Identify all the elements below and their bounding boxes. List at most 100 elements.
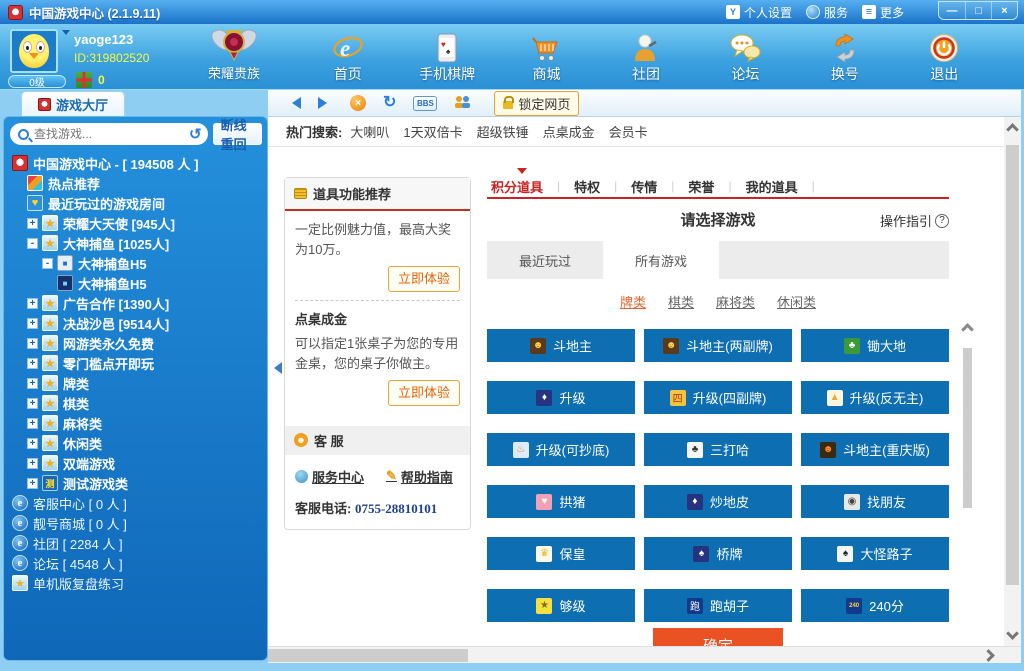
search-refresh-icon[interactable]: ↺ <box>189 127 202 142</box>
grid-scrollbar[interactable] <box>960 325 975 625</box>
toolbar-item-换号[interactable]: 换号 <box>799 29 891 84</box>
category-休闲类[interactable]: 休闲类 <box>777 292 816 312</box>
back-icon[interactable] <box>286 97 301 109</box>
tree-item-决战沙邑 [9514人][interactable]: +★决战沙邑 [9514人] <box>6 313 265 333</box>
toolbar-item-商城[interactable]: 商城 <box>501 29 593 84</box>
tab-特权[interactable]: 特权 <box>560 177 614 196</box>
close-icon[interactable]: × <box>991 2 1017 19</box>
expand-plus-icon[interactable]: + <box>27 418 38 429</box>
tree-item-热点推荐[interactable]: 热点推荐 <box>6 173 265 193</box>
subtab-所有游戏[interactable]: 所有游戏 <box>603 241 719 279</box>
expand-plus-icon[interactable]: + <box>27 458 38 469</box>
tree-item-大神捕鱼 [1025人][interactable]: -★大神捕鱼 [1025人] <box>6 233 265 253</box>
tree-item-荣耀大天使 [945人][interactable]: +★荣耀大天使 [945人] <box>6 213 265 233</box>
grid-scrollbar-thumb[interactable] <box>963 348 972 508</box>
honor-badge[interactable]: 荣耀贵族 <box>195 24 273 89</box>
forward-icon[interactable] <box>318 97 333 109</box>
confirm-button[interactable]: 确定 <box>653 628 783 646</box>
tree-item-牌类[interactable]: +★牌类 <box>6 373 265 393</box>
maximize-icon[interactable]: □ <box>965 2 991 19</box>
stop-icon[interactable]: × <box>350 95 366 111</box>
minimize-icon[interactable]: — <box>939 2 965 19</box>
tree-item-大神捕鱼H5[interactable]: -■大神捕鱼H5 <box>6 253 265 273</box>
hot-search-item[interactable]: 会员卡 <box>609 125 648 140</box>
toolbar-item-论坛[interactable]: 论坛 <box>699 29 791 84</box>
horizontal-scrollbar-thumb[interactable] <box>268 649 468 662</box>
category-麻将类[interactable]: 麻将类 <box>716 292 755 312</box>
tree-item-论坛 [ 4548 人 ][interactable]: e论坛 [ 4548 人 ] <box>6 553 265 573</box>
service-center-link[interactable]: 服务中心 <box>295 467 364 486</box>
tab-传情[interactable]: 传情 <box>617 177 671 196</box>
game-button-斗地主(两副牌)[interactable]: ☻斗地主(两副牌) <box>644 329 792 362</box>
tab-积分道具[interactable]: 积分道具 <box>487 177 557 196</box>
game-button-升级(反无主)[interactable]: ▲升级(反无主) <box>801 381 949 414</box>
page-scrollbar-thumb[interactable] <box>1006 145 1019 585</box>
titlebar-menu-item[interactable]: 服务 <box>806 4 848 21</box>
tree-item-广告合作 [1390人][interactable]: +★广告合作 [1390人] <box>6 293 265 313</box>
scroll-up-icon[interactable] <box>961 323 974 336</box>
collapse-minus-icon[interactable]: - <box>42 258 53 269</box>
reconnect-button[interactable]: 断线重回 <box>213 123 262 145</box>
expand-plus-icon[interactable]: + <box>27 378 38 389</box>
lock-page-button[interactable]: 锁定网页 <box>494 91 579 116</box>
game-button-够级[interactable]: ★够级 <box>487 589 635 622</box>
expand-plus-icon[interactable]: + <box>27 478 38 489</box>
help-guide-link[interactable]: ✎ 帮助指南 <box>386 467 453 486</box>
collapse-minus-icon[interactable]: - <box>27 238 38 249</box>
operation-guide-link[interactable]: 操作指引 ? <box>880 211 949 230</box>
subtab-最近玩过[interactable]: 最近玩过 <box>487 241 603 279</box>
tree-item-棋类[interactable]: +★棋类 <box>6 393 265 413</box>
tree-item-客服中心 [ 0 人 ][interactable]: e客服中心 [ 0 人 ] <box>6 493 265 513</box>
page-scroll-right-icon[interactable] <box>982 649 995 662</box>
game-button-保皇[interactable]: ♛保皇 <box>487 537 635 570</box>
game-button-桥牌[interactable]: ♠桥牌 <box>644 537 792 570</box>
hot-search-item[interactable]: 超级铁锤 <box>477 125 529 140</box>
game-button-三打哈[interactable]: ♣三打哈 <box>644 433 792 466</box>
game-button-找朋友[interactable]: ◉找朋友 <box>801 485 949 518</box>
hot-search-item[interactable]: 大喇叭 <box>350 125 389 140</box>
users-icon[interactable] <box>454 95 471 112</box>
game-button-大怪路子[interactable]: ♠大怪路子 <box>801 537 949 570</box>
toolbar-item-手机棋牌[interactable]: ♥♠手机棋牌 <box>401 29 493 84</box>
toolbar-item-社团[interactable]: 社团 <box>600 29 692 84</box>
expand-plus-icon[interactable]: + <box>27 338 38 349</box>
page-horizontal-scrollbar[interactable] <box>268 646 1021 663</box>
expand-plus-icon[interactable]: + <box>27 438 38 449</box>
hot-search-item[interactable]: 1天双倍卡 <box>403 125 462 140</box>
game-button-跑胡子[interactable]: 跑跑胡子 <box>644 589 792 622</box>
tab-荣誉[interactable]: 荣誉 <box>674 177 728 196</box>
expand-plus-icon[interactable]: + <box>27 358 38 369</box>
tree-item-社团 [ 2284 人 ][interactable]: e社团 [ 2284 人 ] <box>6 533 265 553</box>
tree-item-大神捕鱼H5[interactable]: ■大神捕鱼H5 <box>6 273 265 293</box>
game-button-升级(四副牌)[interactable]: 四升级(四副牌) <box>644 381 792 414</box>
expand-plus-icon[interactable]: + <box>27 398 38 409</box>
bbs-icon[interactable]: BBS <box>413 96 437 111</box>
expand-plus-icon[interactable]: + <box>27 318 38 329</box>
page-scroll-down-icon[interactable] <box>1006 627 1019 640</box>
toolbar-item-退出[interactable]: 退出 <box>898 29 990 84</box>
tab-我的道具[interactable]: 我的道具 <box>732 177 812 196</box>
tab-game-hall[interactable]: 游戏大厅 <box>21 91 125 116</box>
tree-item-测试游戏类[interactable]: +测测试游戏类 <box>6 473 265 493</box>
game-button-斗地主[interactable]: ☻斗地主 <box>487 329 635 362</box>
tree-item-零门槛点开即玩[interactable]: +★零门槛点开即玩 <box>6 353 265 373</box>
tree-item-双端游戏[interactable]: +★双端游戏 <box>6 453 265 473</box>
expand-plus-icon[interactable]: + <box>27 218 38 229</box>
tree-item-最近玩过的游戏房间[interactable]: ♥最近玩过的游戏房间 <box>6 193 265 213</box>
refresh-icon[interactable]: ↻ <box>383 95 396 111</box>
toolbar-item-首页[interactable]: e首页 <box>302 29 394 84</box>
tree-item-中国游戏中心 - [ 194508 人 ][interactable]: 中国游戏中心 - [ 194508 人 ] <box>6 153 265 173</box>
tree-item-靓号商城 [ 0 人 ][interactable]: e靓号商城 [ 0 人 ] <box>6 513 265 533</box>
avatar[interactable] <box>10 29 58 73</box>
game-button-锄大地[interactable]: ♣锄大地 <box>801 329 949 362</box>
titlebar-menu-item[interactable]: ≡更多 <box>862 4 904 21</box>
hot-search-item[interactable]: 点桌成金 <box>543 125 595 140</box>
gift-icon[interactable] <box>76 72 92 88</box>
avatar-dropdown-icon[interactable] <box>62 30 70 39</box>
game-button-240分[interactable]: 240240分 <box>801 589 949 622</box>
game-button-升级[interactable]: ♦升级 <box>487 381 635 414</box>
titlebar-menu-item[interactable]: Y个人设置 <box>726 4 792 21</box>
tree-item-休闲类[interactable]: +★休闲类 <box>6 433 265 453</box>
try-now-button-1[interactable]: 立即体验 <box>388 266 460 292</box>
tree-item-网游类永久免费[interactable]: +★网游类永久免费 <box>6 333 265 353</box>
